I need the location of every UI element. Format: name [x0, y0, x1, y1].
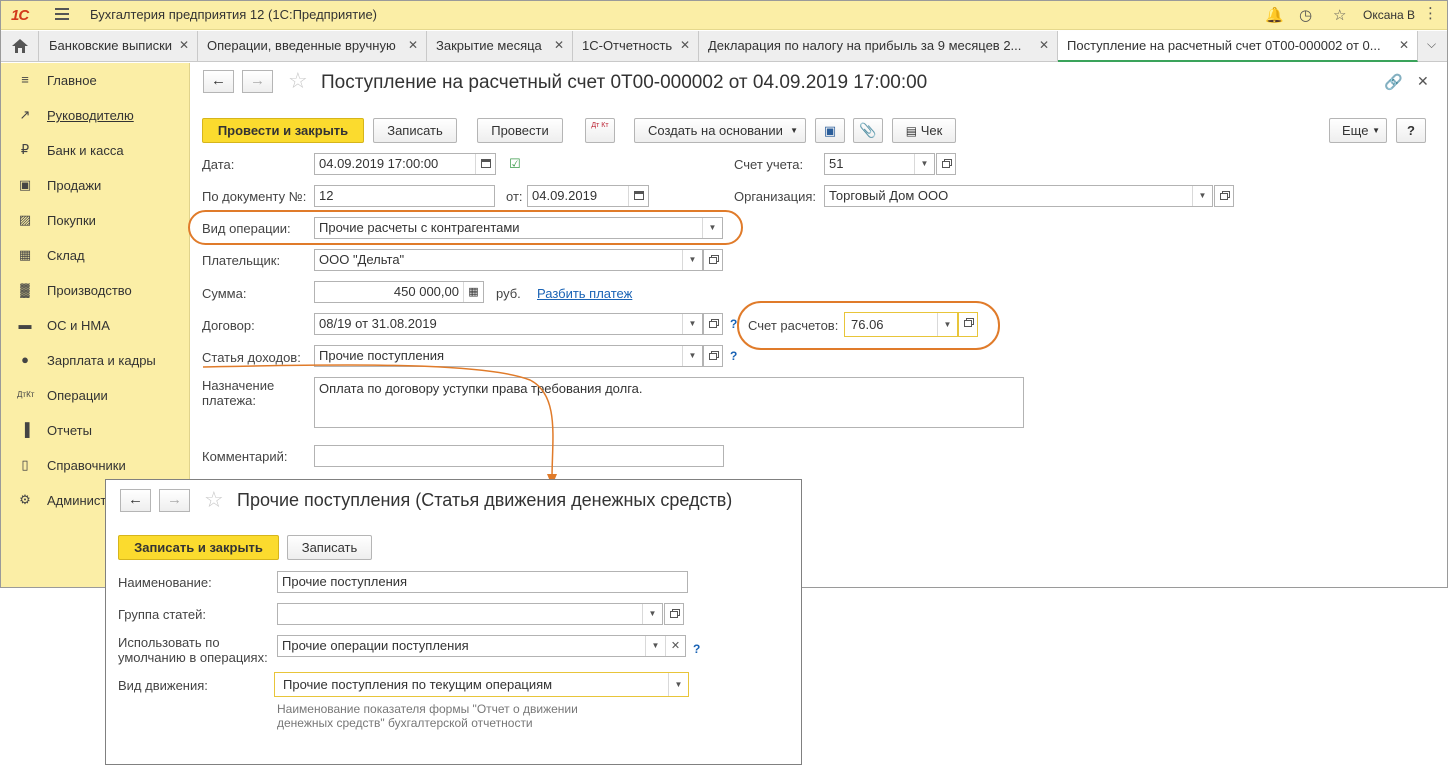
default-usage-label: Использовать по умолчанию в операциях: — [118, 635, 268, 665]
save-and-close-button[interactable]: Записать и закрыть — [118, 535, 279, 560]
chevron-down-icon[interactable]: ▼ — [642, 604, 662, 624]
default-usage-field[interactable]: Прочие операции поступления ▼ ✕ — [277, 635, 686, 657]
movement-type-hint: Наименование показателя формы "Отчет о д… — [277, 702, 578, 730]
help-question-icon[interactable]: ? — [693, 642, 700, 656]
favorite-star-icon[interactable]: ☆ — [204, 487, 224, 513]
popup-save-button[interactable]: Записать — [287, 535, 372, 560]
open-icon — [670, 611, 678, 618]
movement-type-field[interactable]: Прочие поступления по текущим операциям ▼ — [274, 672, 689, 697]
cash-flow-item-popup: ← → ☆ Прочие поступления (Статья движени… — [105, 479, 802, 765]
clear-icon[interactable]: ✕ — [665, 636, 685, 656]
item-group-label: Группа статей: — [118, 607, 206, 622]
chevron-down-icon[interactable]: ▼ — [645, 636, 665, 656]
movement-type-label: Вид движения: — [118, 678, 208, 693]
item-group-field[interactable]: ▼ — [277, 603, 663, 625]
popup-forward-button[interactable]: → — [159, 489, 190, 512]
name-field[interactable]: Прочие поступления — [277, 571, 688, 593]
chevron-down-icon[interactable]: ▼ — [668, 673, 688, 696]
name-label: Наименование: — [118, 575, 212, 590]
item-group-open-button[interactable] — [664, 603, 684, 625]
popup-back-button[interactable]: ← — [120, 489, 151, 512]
popup-title: Прочие поступления (Статья движения дене… — [237, 490, 733, 510]
